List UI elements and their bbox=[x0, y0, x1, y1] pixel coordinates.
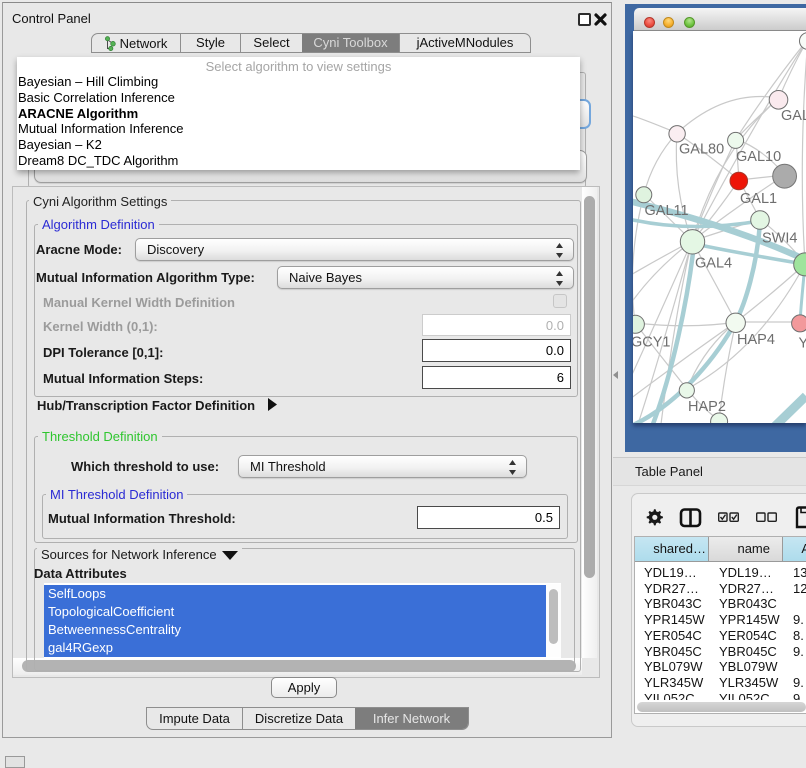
svg-text:GAL10: GAL10 bbox=[736, 149, 781, 165]
svg-text:SWI4: SWI4 bbox=[762, 231, 797, 247]
svg-text:GAL80: GAL80 bbox=[679, 142, 724, 158]
svg-text:HAP2: HAP2 bbox=[688, 399, 726, 415]
svg-text:GCY1: GCY1 bbox=[633, 335, 671, 351]
svg-text:HAP4: HAP4 bbox=[737, 332, 775, 348]
svg-text:GAL2: GAL2 bbox=[781, 108, 806, 124]
svg-text:GAL11: GAL11 bbox=[645, 203, 689, 219]
svg-text:GAL1: GAL1 bbox=[740, 191, 777, 207]
svg-text:GAL4: GAL4 bbox=[695, 256, 732, 272]
svg-text:YJ: YJ bbox=[799, 336, 806, 352]
